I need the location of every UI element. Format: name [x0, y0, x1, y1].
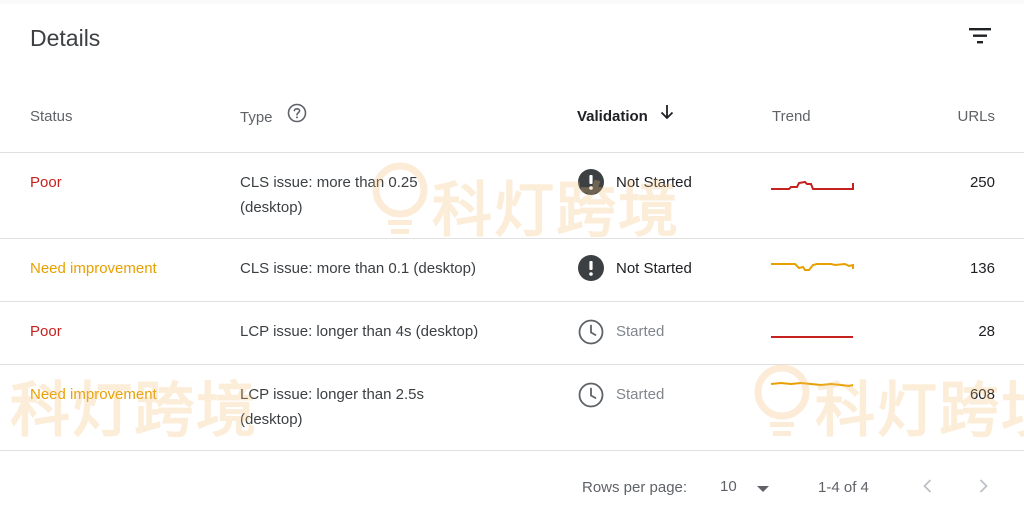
caret-down-icon [757, 486, 769, 492]
column-header-type-label: Type [240, 108, 273, 126]
url-count: 250 [969, 174, 995, 191]
column-header-validation-label: Validation [577, 108, 648, 125]
issue-type: LCP issue: longer than 4s (desktop) [240, 323, 479, 340]
previous-page-button[interactable] [912, 470, 944, 502]
status-label: Need improvement [30, 386, 157, 403]
exclamation-icon [578, 169, 604, 195]
url-count: 28 [978, 323, 995, 340]
column-header-status[interactable]: Status [30, 106, 73, 128]
table-row[interactable]: Poor CLS issue: more than 0.25 (desktop)… [0, 152, 1024, 239]
table-row[interactable]: Need improvement LCP issue: longer than … [0, 364, 1024, 451]
validation-status: Not Started [616, 260, 692, 277]
status-label: Poor [30, 323, 62, 340]
table-row[interactable]: Poor LCP issue: longer than 4s (desktop)… [0, 301, 1024, 365]
filter-button[interactable] [962, 20, 1000, 52]
chevron-left-icon [923, 479, 932, 493]
url-count: 136 [969, 260, 995, 277]
trend-sparkline [771, 180, 854, 190]
validation-status: Started [616, 323, 665, 340]
validation-status: Not Started [616, 174, 692, 191]
filter-icon [969, 28, 991, 44]
table-row[interactable]: Need improvement CLS issue: more than 0.… [0, 238, 1024, 302]
exclamation-icon [578, 255, 604, 281]
column-header-trend[interactable]: Trend [772, 106, 811, 128]
issue-type: CLS issue: more than 0.1 (desktop) [240, 260, 476, 277]
column-header-type[interactable]: Type [240, 103, 307, 130]
validation-status: Started [616, 386, 665, 403]
rows-per-page-select[interactable]: 10 [712, 472, 778, 502]
clock-icon [578, 382, 604, 408]
status-label: Need improvement [30, 260, 157, 277]
table-bottom-divider [0, 450, 1024, 451]
panel-title: Details [30, 25, 101, 51]
issue-type: LCP issue: longer than 2.5s (desktop) [240, 386, 425, 428]
rows-per-page-value: 10 [720, 478, 737, 495]
top-divider [0, 0, 1024, 4]
column-header-urls[interactable]: URLs [957, 106, 995, 128]
trend-sparkline [771, 262, 854, 271]
clock-icon [578, 319, 604, 345]
trend-sparkline [771, 381, 854, 388]
column-header-validation[interactable]: Validation [577, 104, 674, 128]
help-icon[interactable] [287, 103, 307, 130]
status-label: Poor [30, 174, 62, 191]
trend-sparkline [771, 336, 853, 338]
next-page-button[interactable] [967, 470, 999, 502]
url-count: 608 [969, 386, 995, 403]
pagination-range: 1-4 of 4 [818, 479, 869, 496]
chevron-right-icon [979, 479, 988, 493]
issue-type: CLS issue: more than 0.25 (desktop) [240, 174, 418, 216]
arrow-down-icon [660, 104, 674, 127]
rows-per-page-label: Rows per page: [582, 479, 688, 496]
